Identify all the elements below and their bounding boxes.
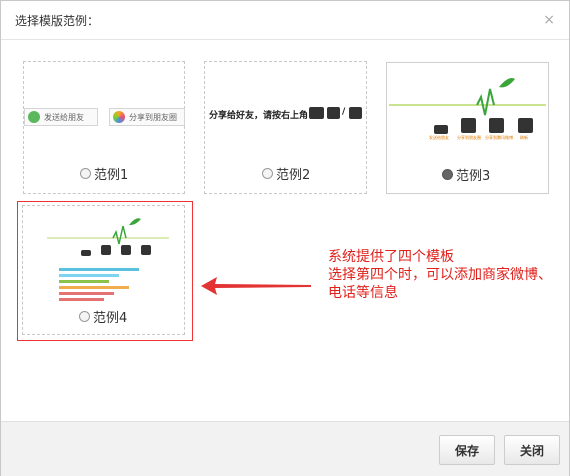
template-dialog: 选择模版范例： × 发送给朋友 分享到朋友圈 范例1 分享给好友，请按右上角 /… bbox=[0, 0, 570, 476]
icon-caption-3: 分享到腾讯微博 bbox=[485, 135, 513, 140]
template-label-1: 范例1 bbox=[94, 167, 129, 183]
arrow-left-icon bbox=[201, 277, 311, 295]
logo-heartbeat-icon bbox=[389, 78, 546, 116]
icon-caption-2: 分享到朋友圈 bbox=[457, 135, 481, 140]
template-option-3[interactable]: 范例3 bbox=[442, 166, 491, 184]
radio-template-4[interactable] bbox=[79, 310, 90, 322]
template-card-1[interactable]: 发送给朋友 分享到朋友圈 范例1 bbox=[23, 61, 185, 194]
template-label-3: 范例3 bbox=[456, 168, 491, 184]
info-line-2 bbox=[59, 274, 119, 277]
refresh-icon bbox=[141, 245, 151, 255]
dialog-title: 选择模版范例： bbox=[15, 14, 100, 28]
gear-icon bbox=[121, 245, 131, 255]
radio-template-2[interactable] bbox=[262, 167, 273, 179]
annotation-line-1: 系统提供了四个模板 bbox=[328, 249, 454, 265]
radio-template-1[interactable] bbox=[80, 167, 91, 179]
info-line-1 bbox=[59, 268, 139, 271]
more-icon bbox=[434, 125, 448, 134]
icon-caption-4: 刷新 bbox=[520, 135, 528, 140]
dialog-footer: 保存 关闭 bbox=[1, 421, 569, 476]
share-icon bbox=[349, 107, 362, 119]
share-icon bbox=[461, 118, 476, 133]
info-line-4 bbox=[59, 286, 129, 289]
info-line-5 bbox=[59, 292, 114, 295]
more-icon bbox=[309, 107, 324, 119]
template-option-1[interactable]: 范例1 bbox=[80, 165, 129, 183]
gear-icon bbox=[489, 118, 504, 133]
template-option-4[interactable]: 范例4 bbox=[79, 308, 128, 326]
info-line-6 bbox=[59, 298, 104, 301]
template-label-4: 范例4 bbox=[93, 310, 128, 326]
template-card-3[interactable]: 发送给朋友 分享到朋友圈 分享到腾讯微博 刷新 范例3 bbox=[386, 62, 549, 194]
share-friend-button-preview: 发送给朋友 bbox=[24, 108, 98, 126]
wechat-icon bbox=[28, 111, 40, 123]
share-friend-label: 发送给朋友 bbox=[44, 112, 84, 122]
share-moments-button-preview: 分享到朋友圈 bbox=[109, 108, 185, 126]
template-option-2[interactable]: 范例2 bbox=[262, 165, 311, 183]
dialog-title-bar: 选择模版范例： × bbox=[1, 1, 569, 40]
save-button[interactable]: 保存 bbox=[439, 435, 495, 465]
share-moments-label: 分享到朋友圈 bbox=[129, 112, 177, 122]
info-line-3 bbox=[59, 280, 109, 283]
more-icon bbox=[81, 250, 91, 256]
refresh-icon bbox=[518, 118, 533, 133]
moments-icon bbox=[113, 111, 125, 123]
template-label-2: 范例2 bbox=[276, 167, 311, 183]
share-icon bbox=[101, 245, 111, 255]
slash-separator: / bbox=[342, 107, 346, 117]
refresh-icon bbox=[327, 107, 340, 119]
template-card-2[interactable]: 分享给好友，请按右上角 / 范例2 bbox=[204, 61, 367, 194]
radio-template-3-selected[interactable] bbox=[442, 168, 453, 180]
annotation-text: 系统提供了四个模板 选择第四个时，可以添加商家微博、电话等信息 bbox=[328, 248, 558, 302]
template-card-4[interactable]: 范例4 bbox=[22, 205, 185, 335]
share-hint-text: 分享给好友，请按右上角 bbox=[209, 111, 309, 121]
logo-heartbeat-icon bbox=[47, 218, 169, 245]
icon-caption-1: 发送给朋友 bbox=[429, 135, 449, 140]
annotation-line-2: 选择第四个时，可以添加商家微博、电话等信息 bbox=[328, 267, 552, 301]
close-button[interactable]: 关闭 bbox=[504, 435, 560, 465]
close-icon[interactable]: × bbox=[543, 13, 555, 27]
